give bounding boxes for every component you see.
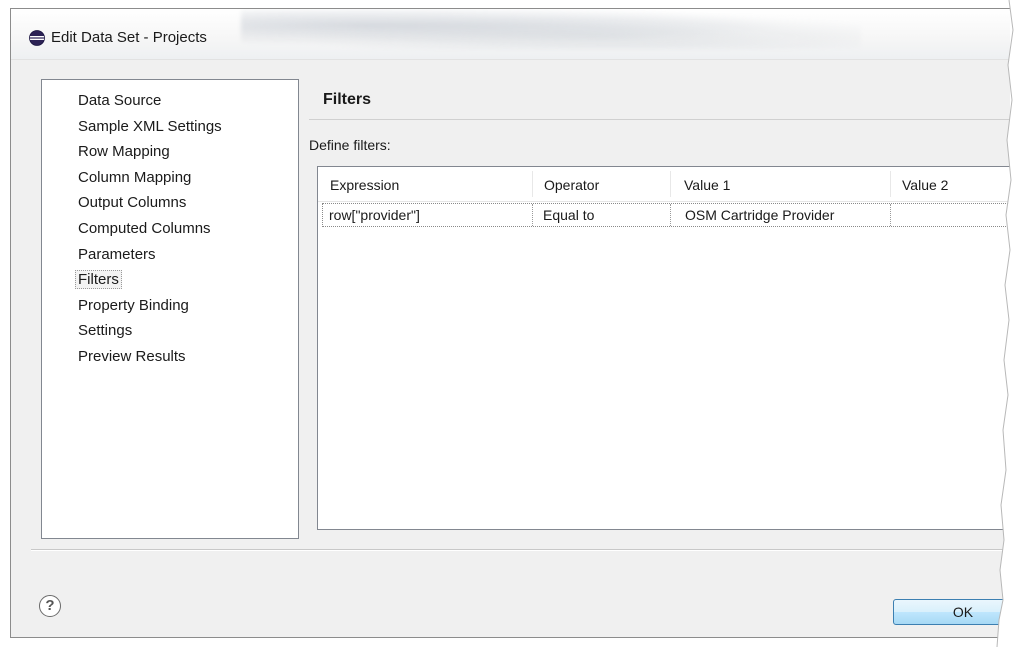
nav-item-label: Computed Columns: [78, 219, 211, 237]
table-row[interactable]: row["provider"] Equal to OSM Cartridge P…: [322, 203, 1010, 227]
dialog-window: Edit Data Set - Projects Data Source Sam…: [10, 8, 1010, 638]
nav-item-label: Parameters: [78, 245, 156, 263]
eclipse-icon: [29, 30, 45, 46]
title-bar[interactable]: Edit Data Set - Projects: [11, 9, 1010, 60]
nav-item-filters[interactable]: Filters: [42, 267, 298, 293]
column-divider[interactable]: [890, 171, 891, 197]
nav-item-preview-results[interactable]: Preview Results: [42, 344, 298, 370]
nav-item-column-mapping[interactable]: Column Mapping: [42, 165, 298, 191]
nav-item-label: Preview Results: [78, 347, 186, 365]
nav-item-label: Column Mapping: [78, 168, 192, 186]
title-bar-blur: [241, 9, 861, 49]
column-header-expression[interactable]: Expression: [330, 177, 399, 193]
nav-item-label: Data Source: [78, 92, 162, 109]
nav-item-property-binding[interactable]: Property Binding: [42, 293, 298, 319]
column-header-operator[interactable]: Operator: [544, 177, 599, 193]
nav-item-settings[interactable]: Settings: [42, 318, 298, 344]
table-header: Expression Operator Value 1 Value 2: [318, 167, 1010, 202]
nav-item-label: Output Columns: [78, 194, 187, 212]
nav-item-row-mapping[interactable]: Row Mapping: [42, 139, 298, 165]
title-divider: [309, 119, 1010, 120]
nav-list: Data Source Sample XML Settings Row Mapp…: [42, 80, 298, 370]
nav-item-data-source[interactable]: Data Source: [42, 88, 298, 114]
nav-item-label: Sample XML Settings: [78, 117, 222, 135]
window-title: Edit Data Set - Projects: [51, 29, 207, 46]
column-header-value-1[interactable]: Value 1: [684, 177, 730, 193]
nav-item-label: Settings: [78, 322, 133, 340]
nav-item-computed-columns[interactable]: Computed Columns: [42, 216, 298, 242]
property-pages-list[interactable]: Data Source Sample XML Settings Row Mapp…: [41, 79, 299, 539]
column-divider[interactable]: [670, 171, 671, 197]
cell-expression[interactable]: row["provider"]: [329, 207, 420, 223]
cell-operator[interactable]: Equal to: [543, 207, 594, 223]
nav-item-label: Row Mapping: [78, 143, 170, 161]
cell-divider: [890, 204, 892, 226]
cell-divider: [532, 204, 534, 226]
column-divider[interactable]: [532, 171, 533, 197]
filters-table[interactable]: Expression Operator Value 1 Value 2 row[…: [317, 166, 1010, 530]
define-filters-label: Define filters:: [309, 137, 391, 153]
nav-item-label: Property Binding: [78, 296, 189, 314]
question-circle-icon[interactable]: ?: [39, 595, 61, 617]
nav-item-parameters[interactable]: Parameters: [42, 242, 298, 268]
cell-value-1[interactable]: OSM Cartridge Provider: [685, 207, 834, 223]
column-header-value-2[interactable]: Value 2: [902, 177, 948, 193]
page-title: Filters: [323, 91, 372, 108]
nav-item-sample-xml-settings[interactable]: Sample XML Settings: [42, 114, 298, 140]
ok-button[interactable]: OK: [893, 599, 1010, 625]
nav-item-output-columns[interactable]: Output Columns: [42, 190, 298, 216]
nav-item-label: Filters: [75, 270, 122, 290]
footer-divider: [31, 549, 1010, 550]
cell-divider: [670, 204, 672, 226]
